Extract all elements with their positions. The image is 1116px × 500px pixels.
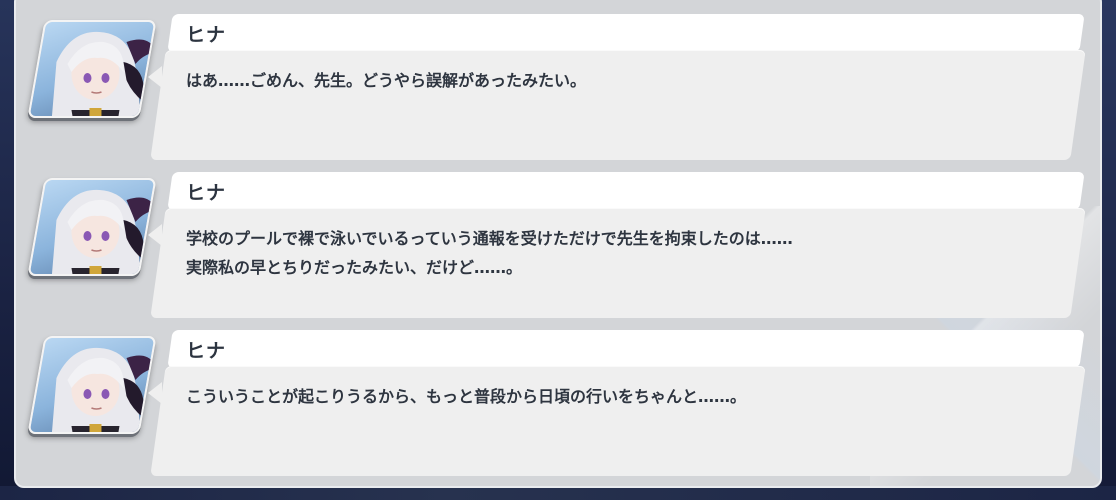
bubble-tail xyxy=(148,224,162,246)
speech-bubble: ヒナ はあ……ごめん、先生。どうやら誤解があったみたい。 xyxy=(148,14,1086,160)
speech-bubble: ヒナ こういうことが起こりうるから、もっと普段から日頃の行いをちゃんと……。 xyxy=(148,330,1086,476)
bubble-tail xyxy=(148,382,162,404)
dialogue-log-panel[interactable]: ヒナ はあ……ごめん、先生。どうやら誤解があったみたい。 ヒナ 学校のプールで裸… xyxy=(14,0,1102,488)
name-plate xyxy=(167,330,1085,368)
hina-portrait-icon[interactable] xyxy=(27,178,157,276)
message-text: 学校のプールで裸で泳いでいるっていう通報を受けただけで先生を拘束したのは…… 実… xyxy=(186,229,793,277)
speaker-name: ヒナ xyxy=(186,24,227,46)
log-entry: ヒナ はあ……ごめん、先生。どうやら誤解があったみたい。 xyxy=(16,10,1100,160)
speaker-name: ヒナ xyxy=(186,340,227,362)
message-text: はあ……ごめん、先生。どうやら誤解があったみたい。 xyxy=(186,71,587,90)
portrait-art xyxy=(51,189,157,276)
speech-bubble: ヒナ 学校のプールで裸で泳いでいるっていう通報を受けただけで先生を拘束したのは…… xyxy=(148,172,1086,318)
hina-portrait-icon[interactable] xyxy=(27,336,157,434)
hina-portrait-icon[interactable] xyxy=(27,20,157,118)
bubble-tail xyxy=(148,66,162,88)
name-plate xyxy=(167,14,1085,52)
message-text: こういうことが起こりうるから、もっと普段から日頃の行いをちゃんと……。 xyxy=(186,387,747,406)
portrait-art xyxy=(51,347,157,434)
name-plate xyxy=(167,172,1085,210)
portrait-art xyxy=(51,31,157,118)
log-entry: ヒナ 学校のプールで裸で泳いでいるっていう通報を受けただけで先生を拘束したのは…… xyxy=(16,168,1100,318)
background-bottom xyxy=(0,486,1116,500)
log-entry: ヒナ こういうことが起こりうるから、もっと普段から日頃の行いをちゃんと……。 xyxy=(16,326,1100,476)
speaker-name: ヒナ xyxy=(186,182,227,204)
